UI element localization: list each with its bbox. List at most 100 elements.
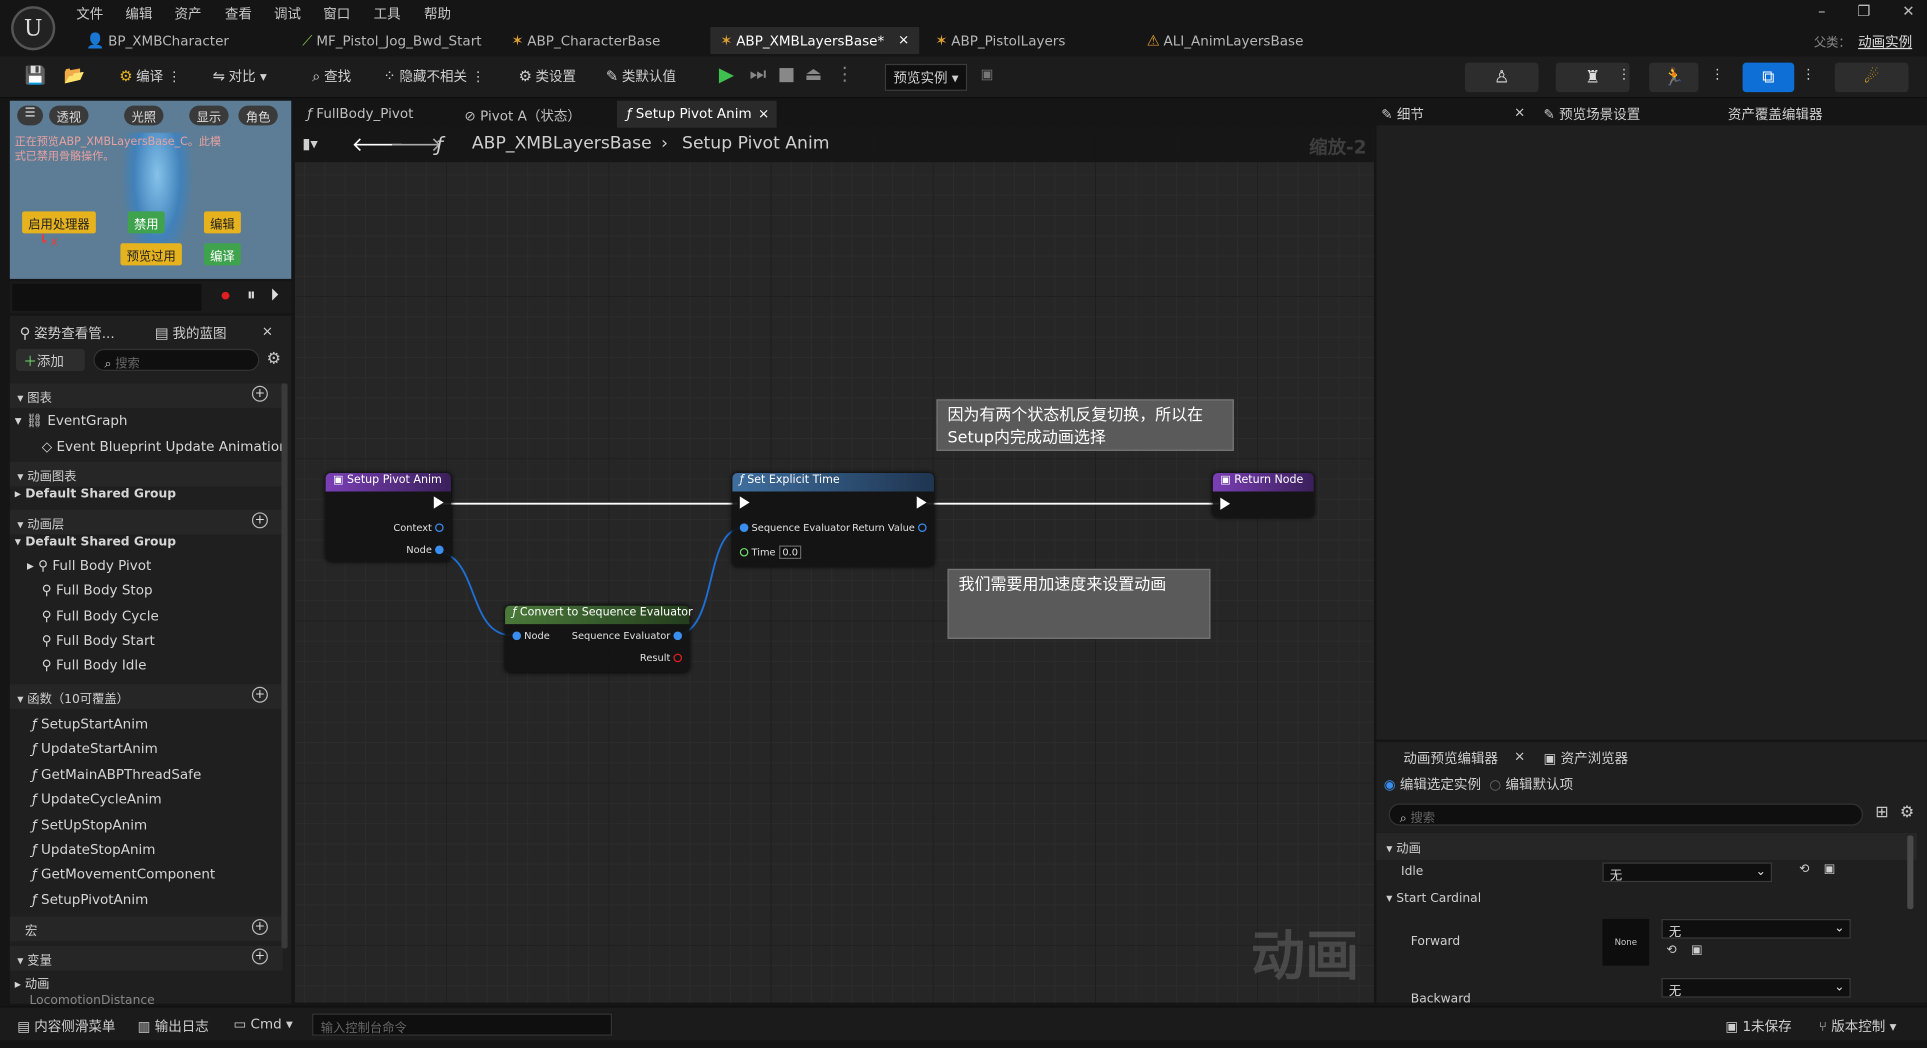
tree-layer-group[interactable]: ▾ Default Shared Group bbox=[15, 536, 176, 550]
node-setup-pivot-anim[interactable]: ▣ Setup Pivot Anim Context Node bbox=[325, 473, 452, 562]
graph-tab-setup-pivot[interactable]: ƒ Setup Pivot Anim × bbox=[616, 100, 777, 128]
find-asset-icon[interactable]: ▣ bbox=[1824, 862, 1836, 876]
timeline-field[interactable] bbox=[12, 283, 202, 311]
tab-close-icon[interactable]: × bbox=[898, 32, 909, 48]
tab-asset-browser[interactable]: ▣ 资产浏览器 bbox=[1543, 748, 1628, 768]
panel-scrollbar[interactable] bbox=[1907, 835, 1914, 910]
menu-window[interactable]: 窗口 bbox=[323, 4, 350, 24]
tree-layer-item[interactable]: ⚲ Full Body Stop bbox=[42, 582, 153, 598]
mode-physics-button[interactable]: ☄ bbox=[1834, 62, 1909, 93]
perspective-pill[interactable]: 透视 bbox=[49, 105, 89, 126]
section-anim-graphs[interactable]: ▾ 动画图表 bbox=[9, 461, 283, 487]
source-control-button[interactable]: ⑂ 版本控制 ▾ bbox=[1819, 1016, 1897, 1036]
panel-scrollbar[interactable] bbox=[281, 383, 288, 949]
settings-gear-icon[interactable]: ⚙ bbox=[1900, 804, 1914, 822]
menu-view[interactable]: 查看 bbox=[225, 4, 252, 24]
tree-anim-graph-group[interactable]: ▸ Default Shared Group bbox=[15, 488, 176, 502]
tab-asset-override[interactable]: 资产覆盖编辑器 bbox=[1728, 104, 1823, 124]
tab-preview-scene[interactable]: ✎ 预览场景设置 bbox=[1543, 104, 1640, 124]
doc-tab-abp-pistollayers[interactable]: ✶ ABP_PistolLayers bbox=[925, 27, 1075, 54]
tree-layer-item[interactable]: ⚲ Full Body Idle bbox=[42, 657, 147, 673]
find-asset-icon[interactable]: ▣ bbox=[1691, 944, 1703, 958]
eject-icon[interactable]: ⏏ bbox=[805, 63, 822, 85]
stop-icon[interactable]: ■ bbox=[778, 63, 795, 85]
record-icon[interactable]: ⏺ bbox=[221, 286, 230, 306]
unsaved-button[interactable]: ▣ 1未保存 bbox=[1725, 1016, 1791, 1036]
hide-unrelated-button[interactable]: ⁘ 隐藏不相关 ⋮ bbox=[383, 66, 484, 86]
mode-blueprint-button[interactable]: ⧉ bbox=[1742, 62, 1795, 93]
tree-var-category[interactable]: ▸ 动画 bbox=[15, 973, 50, 992]
add-function-icon[interactable]: + bbox=[251, 686, 268, 703]
unreal-logo-icon[interactable]: U bbox=[11, 6, 56, 51]
settings-gear-icon[interactable]: ⚙ bbox=[267, 350, 281, 368]
anim-search-input[interactable]: ⌕ 搜索 bbox=[1388, 803, 1864, 826]
radio-edit-defaults[interactable]: ○ 编辑默认项 bbox=[1489, 774, 1573, 794]
menu-debug[interactable]: 调试 bbox=[274, 4, 301, 24]
graph-tab-fullbody-pivot[interactable]: ƒ FullBody_Pivot bbox=[297, 101, 423, 128]
time-pin[interactable]: Time 0.0 bbox=[739, 545, 802, 560]
edit-button[interactable]: 编辑 bbox=[203, 211, 241, 234]
comment-box[interactable]: 因为有两个状态机反复切换，所以在Setup内完成动画选择 bbox=[936, 399, 1234, 451]
tab-pose-watch[interactable]: ⚲ 姿势查看管... bbox=[20, 323, 115, 343]
class-settings-button[interactable]: ⚙ 类设置 bbox=[519, 66, 576, 86]
node-set-explicit-time[interactable]: ƒ Set Explicit Time Sequence Evaluator R… bbox=[732, 473, 934, 567]
diff-button[interactable]: ⇋ 对比 ▾ bbox=[213, 66, 267, 86]
tree-function-item[interactable]: ƒ GetMainABPThreadSafe bbox=[32, 767, 201, 783]
tree-event-update[interactable]: ◇ Event Blueprint Update Animation bbox=[42, 439, 288, 455]
tree-layer-item[interactable]: ⚲ Full Body Cycle bbox=[42, 608, 159, 624]
doc-tab-ali-animlayersbase[interactable]: ⚠ ALI_AnimLayersBase bbox=[1137, 27, 1314, 54]
forward-asset-dropdown[interactable]: 无 ⌄ bbox=[1661, 918, 1851, 940]
tree-function-item[interactable]: ƒ SetUpStopAnim bbox=[32, 817, 147, 833]
tab-close-icon[interactable]: × bbox=[1514, 104, 1525, 120]
disable-button[interactable]: 禁用 bbox=[127, 211, 165, 234]
tree-function-item[interactable]: ƒ SetupPivotAnim bbox=[32, 892, 148, 908]
pause-icon[interactable]: ⏸ bbox=[247, 285, 256, 305]
doc-tab-abp-characterbase[interactable]: ✶ ABP_CharacterBase bbox=[501, 27, 670, 54]
tab-anim-preview[interactable]: 动画预览编辑器 bbox=[1403, 748, 1498, 768]
mode-skeleton-button[interactable]: ♙ bbox=[1464, 62, 1539, 93]
node-convert-sequence-evaluator[interactable]: ƒ Convert to Sequence Evaluator Node Seq… bbox=[505, 605, 693, 673]
node-in-pin[interactable]: Node bbox=[512, 630, 550, 641]
tab-details[interactable]: ✎ 细节 bbox=[1381, 104, 1424, 124]
maximize-button[interactable]: ❐ bbox=[1857, 2, 1870, 19]
comment-box[interactable]: 我们需要用加速度来设置动画 bbox=[947, 568, 1211, 639]
add-layer-icon[interactable]: + bbox=[251, 512, 268, 529]
tab-my-blueprint[interactable]: ▤ 我的蓝图 bbox=[155, 323, 227, 343]
tree-event-graph[interactable]: ▾ ⛓ EventGraph bbox=[15, 413, 128, 429]
browse-asset-icon[interactable]: ⟲ bbox=[1666, 944, 1676, 958]
save-icon[interactable]: 💾 bbox=[25, 66, 46, 86]
property-start-cardinal[interactable]: ▾ Start Cardinal bbox=[1376, 887, 1917, 914]
class-defaults-button[interactable]: ✎ 类默认值 bbox=[606, 66, 676, 86]
mode-animation-button[interactable]: 🏃 bbox=[1649, 62, 1699, 93]
return-value-pin[interactable]: Return Value bbox=[852, 522, 927, 533]
preview-viewport[interactable]: ☰ 透视 光照 显示 角色 正在预览ABP_XMBLayersBase_C。此模… bbox=[9, 100, 292, 279]
play-icon[interactable]: ▶ bbox=[719, 63, 734, 86]
node-return[interactable]: ▣ Return Node bbox=[1212, 473, 1314, 518]
idle-asset-dropdown[interactable]: 无 ⌄ bbox=[1602, 862, 1773, 883]
doc-tab-mf-pistol[interactable]: ⟋ MF_Pistol_Jog_Bwd_Start bbox=[292, 27, 491, 54]
exec-out-pin[interactable] bbox=[433, 496, 444, 509]
menu-tools[interactable]: 工具 bbox=[374, 4, 401, 24]
close-button[interactable]: ✕ bbox=[1902, 2, 1914, 19]
tree-function-item[interactable]: ƒ GetMovementComponent bbox=[32, 866, 215, 882]
backward-asset-dropdown[interactable]: 无 ⌄ bbox=[1661, 977, 1851, 999]
add-button[interactable]: ＋添加 bbox=[15, 348, 85, 372]
more-options-icon[interactable]: ⋮ bbox=[1711, 66, 1725, 82]
more-options-icon[interactable]: ⋮ bbox=[1617, 66, 1631, 82]
doc-tab-bp-xmbcharacter[interactable]: 👤 BP_XMBCharacter bbox=[76, 27, 239, 54]
preview-instance-dropdown[interactable]: 预览实例 ▾ bbox=[884, 63, 968, 91]
doc-tab-abp-xmblayersbase[interactable]: ✶ ABP_XMBLayersBase* × bbox=[710, 27, 920, 55]
category-animation[interactable]: ▾ 动画 bbox=[1376, 832, 1918, 861]
result-pin[interactable]: Result bbox=[640, 652, 683, 663]
asset-thumbnail[interactable]: None bbox=[1602, 918, 1650, 966]
add-graph-icon[interactable]: + bbox=[251, 385, 268, 402]
tree-function-item[interactable]: ƒ UpdateStopAnim bbox=[32, 842, 156, 858]
tree-layer-item[interactable]: ▸ ⚲ Full Body Pivot bbox=[27, 558, 151, 574]
browse-asset-icon[interactable]: ⟲ bbox=[1799, 862, 1809, 876]
content-drawer-button[interactable]: ▤ 内容侧滑菜单 bbox=[17, 1016, 115, 1036]
section-anim-layers[interactable]: ▾ 动画层 + bbox=[9, 509, 283, 535]
play-options-icon[interactable]: ⋮ bbox=[836, 63, 854, 85]
menu-file[interactable]: 文件 bbox=[76, 4, 103, 24]
radio-edit-selected[interactable]: ◉ 编辑选定实例 bbox=[1384, 774, 1481, 794]
lighting-pill[interactable]: 光照 bbox=[124, 105, 164, 126]
